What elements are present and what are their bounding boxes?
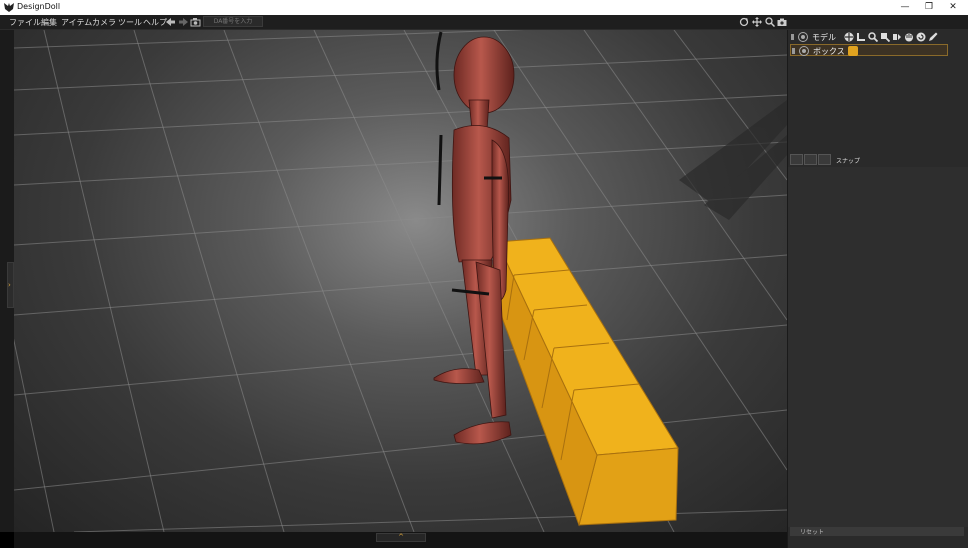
tab-properties[interactable] — [790, 154, 803, 165]
reset-label: リセット — [800, 529, 825, 536]
hand-icon[interactable] — [904, 32, 914, 42]
doll-model[interactable] — [433, 36, 515, 445]
move-gizmo-icon[interactable] — [844, 32, 854, 42]
rotate-icon[interactable] — [739, 17, 749, 27]
expand-bottom-tab[interactable]: ^ — [376, 533, 426, 542]
bone-icon[interactable] — [856, 32, 866, 42]
tab-camera[interactable] — [804, 154, 817, 165]
visibility-toggle[interactable] — [791, 34, 794, 40]
screenshot-icon[interactable] — [777, 17, 787, 27]
zoom-icon[interactable] — [868, 32, 878, 42]
chevron-up-icon: ^ — [398, 533, 404, 541]
menu-tools[interactable]: ツール — [118, 17, 142, 28]
snap-label: スナップ — [836, 158, 861, 165]
doll-shadow — [679, 100, 787, 220]
search-input[interactable] — [203, 16, 263, 27]
menu-help[interactable]: ヘルプ — [143, 17, 167, 28]
pen-icon[interactable] — [928, 32, 938, 42]
expand-left-tab[interactable]: › — [7, 262, 14, 308]
visibility-toggle[interactable] — [792, 48, 795, 54]
reset-button[interactable]: リセット — [790, 527, 964, 536]
maximize-button[interactable]: ❐ — [917, 0, 941, 15]
menu-item[interactable]: アイテム — [61, 17, 92, 28]
box-thumbnail-icon — [848, 46, 858, 56]
yellow-box-object[interactable] — [489, 237, 679, 527]
app-logo-icon — [4, 3, 14, 12]
object-row-box[interactable]: ボックス — [790, 44, 948, 56]
minimize-button[interactable]: — — [893, 0, 917, 15]
window-title: DesignDoll — [17, 2, 61, 11]
move-icon[interactable] — [752, 17, 762, 27]
pin-icon[interactable] — [880, 32, 890, 42]
chevron-right-icon: › — [8, 281, 11, 289]
menu-camera[interactable]: カメラ — [92, 17, 116, 28]
close-button[interactable]: ✕ — [941, 0, 965, 15]
eye-icon[interactable] — [798, 32, 808, 42]
object-panel: モデル ボックス スナップ リセット — [787, 30, 968, 548]
eye-icon[interactable] — [799, 46, 809, 56]
3d-viewport[interactable] — [14, 30, 787, 532]
menu-bar: ファイル 編集 アイテム カメラ ツール ヘルプ — [0, 15, 968, 30]
zoom-icon[interactable] — [765, 17, 775, 27]
reset-icon[interactable] — [916, 32, 926, 42]
object-label-model: モデル — [812, 33, 836, 42]
arrow-right-icon[interactable] — [178, 17, 189, 27]
mirror-icon[interactable] — [892, 32, 902, 42]
camera-icon[interactable] — [190, 17, 201, 27]
tab-light[interactable] — [818, 154, 831, 165]
viewport-scene — [14, 30, 787, 532]
properties-area — [788, 167, 968, 527]
menu-file[interactable]: ファイル — [9, 17, 41, 28]
object-label-box: ボックス — [813, 47, 845, 56]
menu-edit[interactable]: 編集 — [41, 17, 57, 28]
arrow-left-icon[interactable] — [165, 17, 176, 27]
title-bar: DesignDoll — ❐ ✕ — [0, 0, 968, 15]
